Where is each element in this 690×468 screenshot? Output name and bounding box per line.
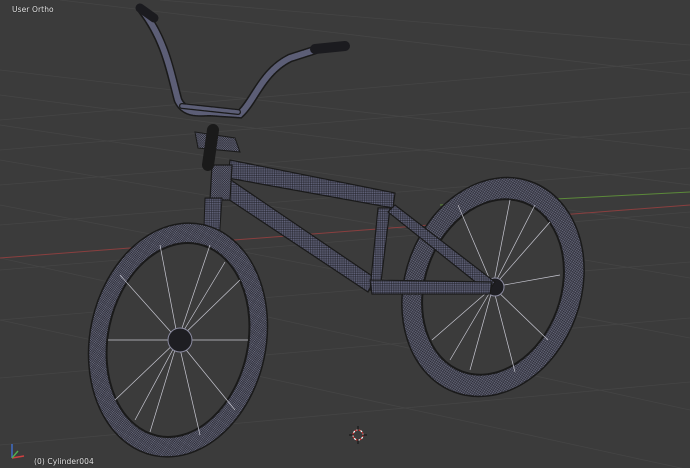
view-label: User Ortho	[12, 5, 54, 14]
front-wheel[interactable]	[67, 206, 288, 468]
scene-canvas[interactable]	[0, 0, 690, 468]
axis-gizmo-icon	[11, 444, 25, 459]
3d-viewport[interactable]: User Ortho (0) Cylinder004	[0, 0, 690, 468]
3d-cursor-icon[interactable]	[349, 426, 367, 444]
active-object-label: (0) Cylinder004	[34, 457, 94, 466]
handlebars[interactable]	[135, 3, 350, 171]
x-axis-line	[0, 204, 690, 259]
